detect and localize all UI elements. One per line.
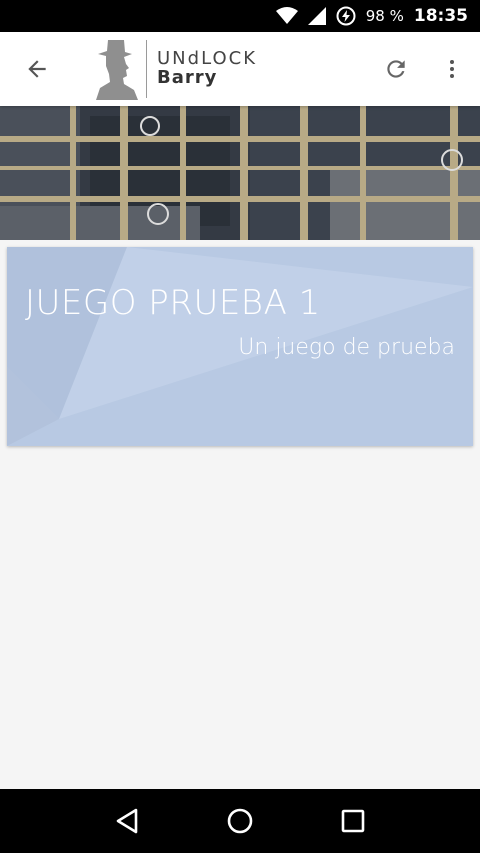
status-bar: 98 % 18:35 bbox=[0, 0, 480, 32]
app-logo: UNdLOCK Barry bbox=[94, 32, 257, 106]
header-banner-image bbox=[0, 106, 480, 240]
nav-back-button[interactable] bbox=[97, 791, 157, 851]
system-nav-bar bbox=[0, 789, 480, 853]
refresh-icon bbox=[387, 60, 405, 78]
game-subtitle: Un juego de prueba bbox=[238, 335, 455, 360]
home-circle-icon bbox=[227, 808, 253, 834]
back-arrow-icon bbox=[28, 60, 46, 78]
battery-percent: 98 % bbox=[365, 7, 404, 25]
recents-square-icon bbox=[342, 809, 365, 833]
wifi-icon bbox=[275, 7, 298, 25]
cell-signal-icon bbox=[307, 7, 326, 25]
back-button[interactable] bbox=[0, 32, 74, 106]
logo-text-barry: Barry bbox=[157, 67, 218, 88]
status-time: 18:35 bbox=[413, 6, 468, 26]
detective-silhouette-icon bbox=[96, 40, 138, 100]
game-card[interactable]: JUEGO PRUEBA 1 Un juego de prueba bbox=[7, 247, 473, 446]
more-options-button[interactable] bbox=[424, 32, 480, 106]
nav-recents-button[interactable] bbox=[323, 791, 383, 851]
logo-divider bbox=[146, 40, 147, 98]
app-bar: UNdLOCK Barry bbox=[0, 32, 480, 106]
back-triangle-icon bbox=[116, 808, 137, 834]
refresh-button[interactable] bbox=[368, 32, 424, 106]
nav-home-button[interactable] bbox=[210, 791, 270, 851]
more-vert-icon bbox=[450, 60, 454, 78]
game-title: JUEGO PRUEBA 1 bbox=[25, 283, 321, 323]
battery-saver-icon bbox=[336, 6, 356, 26]
